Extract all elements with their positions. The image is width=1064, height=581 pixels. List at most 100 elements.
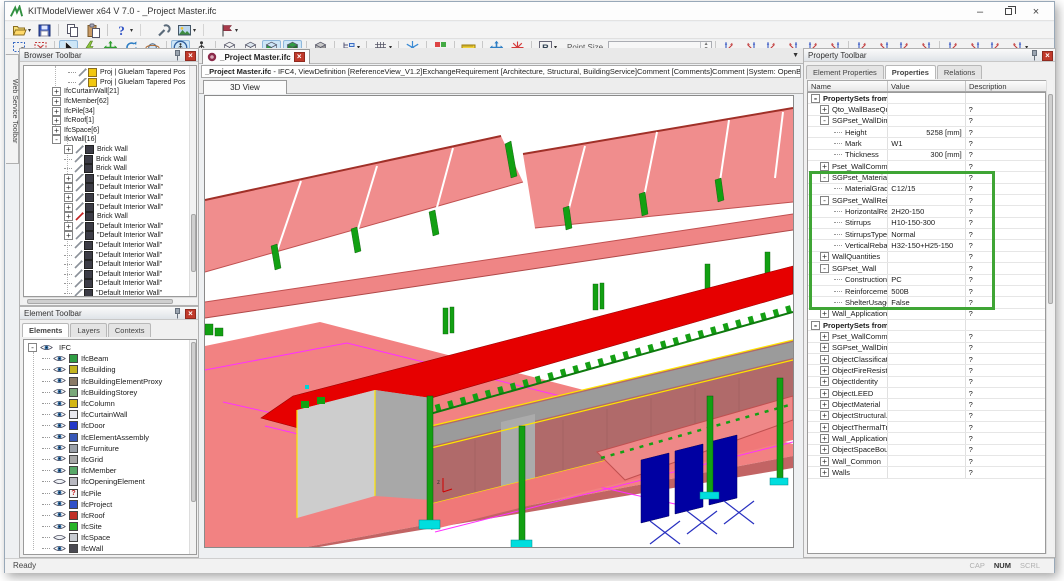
property-row[interactable]: ShelterUsageFalse?: [808, 297, 1045, 308]
element-type-row[interactable]: IfcColumn: [24, 398, 188, 409]
visibility-eye-icon[interactable]: [53, 387, 66, 398]
browser-tree-item[interactable]: "Default Interior Wall": [24, 260, 188, 270]
tab-properties[interactable]: Properties: [885, 65, 936, 79]
expander-icon[interactable]: -: [811, 94, 820, 103]
property-value[interactable]: [888, 116, 965, 126]
element-type-row[interactable]: IfcSpace: [24, 532, 188, 543]
expander-icon[interactable]: +: [820, 377, 829, 386]
property-value[interactable]: H32-150+H25-150: [888, 240, 965, 250]
element-type-row[interactable]: IfcProject: [24, 499, 188, 510]
save-button[interactable]: [35, 23, 54, 38]
expander-icon[interactable]: +: [52, 87, 61, 96]
tree-item-label[interactable]: IfcSpace[6]: [64, 127, 99, 134]
tree-item-label[interactable]: "Default Interior Wall": [96, 242, 162, 249]
expander-icon[interactable]: +: [64, 222, 73, 231]
property-value[interactable]: [888, 172, 965, 182]
property-value[interactable]: 5258 [mm]: [888, 127, 965, 137]
tree-item-label[interactable]: "Default Interior Wall": [96, 280, 162, 287]
property-value[interactable]: [888, 399, 965, 409]
property-value[interactable]: [888, 320, 965, 330]
element-type-row[interactable]: IfcWall: [24, 543, 188, 554]
settings-wrench-button[interactable]: [154, 23, 173, 38]
tree-item-label[interactable]: Brick Wall: [97, 213, 128, 220]
expander-icon[interactable]: +: [820, 457, 829, 466]
property-row[interactable]: +ObjectLEED?: [808, 388, 1045, 399]
tree-item-label[interactable]: "Default Interior Wall": [96, 252, 162, 259]
element-type-label[interactable]: IfcBuildingElementProxy: [81, 377, 162, 386]
element-type-row[interactable]: IfcRoof: [24, 510, 188, 521]
tab-elements[interactable]: Elements: [22, 323, 69, 337]
property-row[interactable]: +Walls?: [808, 467, 1045, 478]
expander-icon[interactable]: +: [820, 162, 829, 171]
tree-item-label[interactable]: "Default Interior Wall": [97, 232, 163, 239]
browser-tree-item[interactable]: +IfcMember[62]: [24, 97, 188, 107]
element-type-row[interactable]: IfcMember: [24, 465, 188, 476]
visibility-eye-icon[interactable]: [53, 465, 66, 476]
tree-item-label[interactable]: "Default Interior Wall": [97, 204, 163, 211]
property-row[interactable]: +ObjectStructural...?: [808, 411, 1045, 422]
tree-item-label[interactable]: Brick Wall: [96, 156, 127, 163]
browser-tree-item[interactable]: Brick Wall: [24, 164, 188, 174]
browser-tree-item[interactable]: +"Default Interior Wall": [24, 183, 188, 193]
browser-tree-item[interactable]: -IfcWall[16]: [24, 135, 188, 145]
element-type-label[interactable]: IfcBuildingStorey: [81, 388, 137, 397]
expander-icon[interactable]: +: [64, 193, 73, 202]
browser-tree-item[interactable]: "Default Interior Wall": [24, 269, 188, 279]
property-row[interactable]: +ObjectThermalTr...?: [808, 422, 1045, 433]
browser-tree-item[interactable]: "Default Interior Wall": [24, 250, 188, 260]
element-type-label[interactable]: IfcWall: [81, 544, 103, 553]
pin-icon[interactable]: [172, 308, 183, 319]
property-value[interactable]: [888, 343, 965, 353]
close-document-icon[interactable]: ×: [294, 52, 305, 62]
tree-item-label[interactable]: "Default Interior Wall": [96, 271, 162, 278]
browser-tree-item[interactable]: + "Default Interior Wall": [24, 202, 188, 212]
element-type-label[interactable]: IfcDoor: [81, 421, 105, 430]
property-row[interactable]: MarkW1?: [808, 138, 1045, 149]
element-type-label[interactable]: IfcGrid: [81, 455, 103, 464]
tree-item-label[interactable]: "Default Interior Wall": [97, 184, 163, 191]
property-row[interactable]: Reinforceme...500B?: [808, 286, 1045, 297]
property-row[interactable]: +SGPset_WallDime...?: [808, 343, 1045, 354]
tab-contexts[interactable]: Contexts: [108, 323, 152, 337]
expander-icon[interactable]: +: [64, 145, 73, 154]
property-value[interactable]: [888, 195, 965, 205]
property-value[interactable]: [888, 377, 965, 387]
property-row[interactable]: StirrupsH10-150-300?: [808, 218, 1045, 229]
visibility-eye-icon[interactable]: [53, 487, 66, 498]
tab-list-dropdown-icon[interactable]: ▼: [792, 52, 799, 59]
tab-3d-view[interactable]: 3D View: [203, 80, 287, 94]
tree-item-label[interactable]: Brick Wall: [97, 146, 128, 153]
property-value[interactable]: [888, 309, 965, 319]
open-button[interactable]: ▾: [10, 23, 33, 38]
screenshot-button[interactable]: ▾: [175, 23, 198, 38]
browser-tree-item[interactable]: +IfcRoof[1]: [24, 116, 188, 126]
tree-item-label[interactable]: "Default Interior Wall": [97, 175, 163, 182]
expander-icon[interactable]: +: [820, 309, 829, 318]
tree-item-label[interactable]: "Default Interior Wall": [97, 194, 163, 201]
property-value[interactable]: [888, 433, 965, 443]
expander-icon[interactable]: -: [52, 135, 61, 144]
element-type-label[interactable]: IfcBuilding: [81, 365, 116, 374]
property-row[interactable]: HorizontalRe...2H20-150?: [808, 206, 1045, 217]
document-tab[interactable]: _Project Master.ifc ×: [202, 49, 310, 64]
property-row[interactable]: +Wall_Application?: [808, 309, 1045, 320]
expander-icon[interactable]: +: [820, 252, 829, 261]
browser-tree-item[interactable]: +"Default Interior Wall": [24, 231, 188, 241]
visibility-eye-icon[interactable]: [53, 364, 66, 375]
property-value[interactable]: [888, 365, 965, 375]
tab-layers[interactable]: Layers: [70, 323, 107, 337]
browser-horizontal-scrollbar[interactable]: [23, 297, 197, 304]
element-vertical-scrollbar[interactable]: [189, 340, 196, 555]
browser-tree-item[interactable]: Brick Wall: [24, 154, 188, 164]
property-vertical-scrollbar[interactable]: [1046, 80, 1053, 554]
property-value[interactable]: W1: [888, 138, 965, 148]
element-type-label[interactable]: IfcPile: [81, 489, 101, 498]
element-type-row[interactable]: IfcSite: [24, 521, 188, 532]
property-value[interactable]: [888, 354, 965, 364]
property-row[interactable]: +ObjectFireResista...?: [808, 365, 1045, 376]
property-row[interactable]: +WallQuantities?: [808, 252, 1045, 263]
tree-item-label[interactable]: IfcPile[34]: [64, 108, 95, 115]
visibility-eye-icon[interactable]: [53, 353, 66, 364]
element-type-label[interactable]: IfcCurtainWall: [81, 410, 127, 419]
expander-icon[interactable]: +: [64, 203, 73, 212]
